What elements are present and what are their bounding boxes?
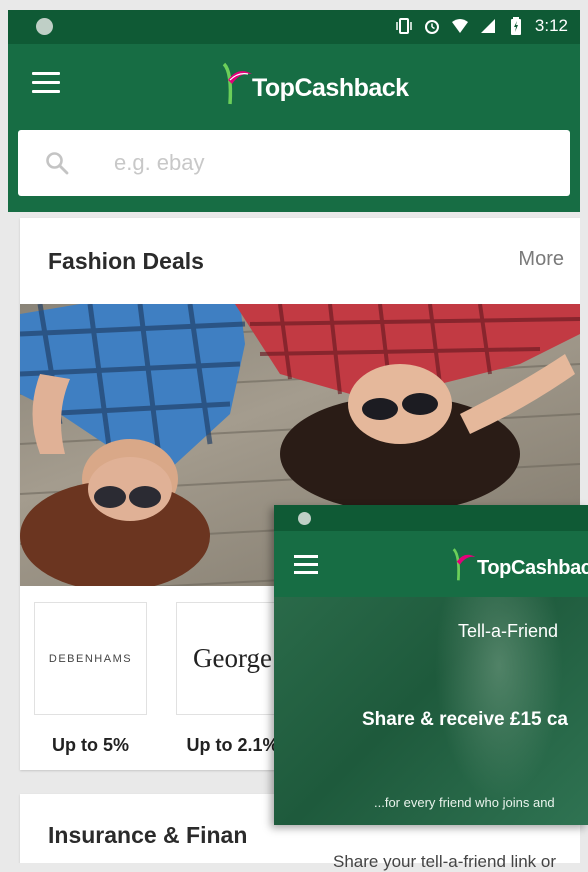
tell-a-friend-banner: Tell-a-Friend Share & receive £15 ca ...… bbox=[274, 597, 588, 825]
signal-icon bbox=[479, 17, 497, 35]
search-input[interactable] bbox=[112, 149, 496, 177]
store-item-george[interactable]: George Up to 2.1% bbox=[176, 602, 289, 756]
store-name: DEBENHAMS bbox=[48, 652, 133, 665]
app-bar: TopCashback bbox=[8, 44, 580, 126]
tell-a-friend-description: Share your tell-a-friend link or bbox=[333, 852, 556, 871]
search-bar-container bbox=[8, 126, 580, 212]
menu-icon[interactable] bbox=[32, 72, 60, 94]
notification-dot-icon bbox=[298, 512, 311, 525]
logo-swoosh-icon bbox=[452, 548, 476, 581]
preview-status-bar bbox=[274, 505, 588, 531]
store-name: George bbox=[193, 643, 272, 673]
notification-dot-icon bbox=[36, 18, 53, 35]
store-item-debenhams[interactable]: DEBENHAMS Up to 5% bbox=[34, 602, 147, 756]
battery-icon bbox=[507, 17, 525, 35]
logo-swoosh-icon bbox=[222, 62, 252, 105]
insurance-finance-title: Insurance & Finan bbox=[48, 822, 248, 848]
tell-a-friend-label: Tell-a-Friend bbox=[458, 621, 559, 641]
tell-a-friend-preview-window[interactable]: TopCashback Tell-a-Friend Share & receiv… bbox=[274, 505, 588, 825]
menu-icon[interactable] bbox=[294, 555, 318, 579]
more-link[interactable]: More bbox=[518, 248, 564, 271]
share-subtext: ...for every friend who joins and bbox=[374, 795, 555, 810]
store-list: DEBENHAMS Up to 5% George Up to 2.1% bbox=[34, 602, 289, 756]
preview-app-bar: TopCashback bbox=[274, 531, 588, 597]
status-icons: 3:12 bbox=[395, 16, 568, 36]
vibrate-icon bbox=[395, 17, 413, 35]
status-time: 3:12 bbox=[534, 16, 568, 35]
status-bar: 3:12 bbox=[8, 10, 580, 44]
alarm-icon bbox=[423, 17, 441, 35]
preview-app-logo: TopCashback bbox=[449, 545, 588, 583]
cashback-rate: Up to 5% bbox=[51, 735, 129, 755]
wifi-icon bbox=[451, 17, 469, 35]
store-logo: DEBENHAMS bbox=[34, 602, 147, 715]
search-icon bbox=[46, 152, 69, 175]
logo-text: TopCashback bbox=[252, 73, 409, 102]
fashion-deals-title: Fashion Deals bbox=[48, 248, 204, 274]
app-logo: TopCashback bbox=[218, 60, 409, 106]
share-headline: Share & receive £15 ca bbox=[362, 709, 568, 730]
store-logo: George bbox=[176, 602, 289, 715]
logo-text: TopCashback bbox=[477, 556, 588, 579]
search-box[interactable] bbox=[18, 130, 570, 196]
cashback-rate: Up to 2.1% bbox=[186, 735, 279, 755]
